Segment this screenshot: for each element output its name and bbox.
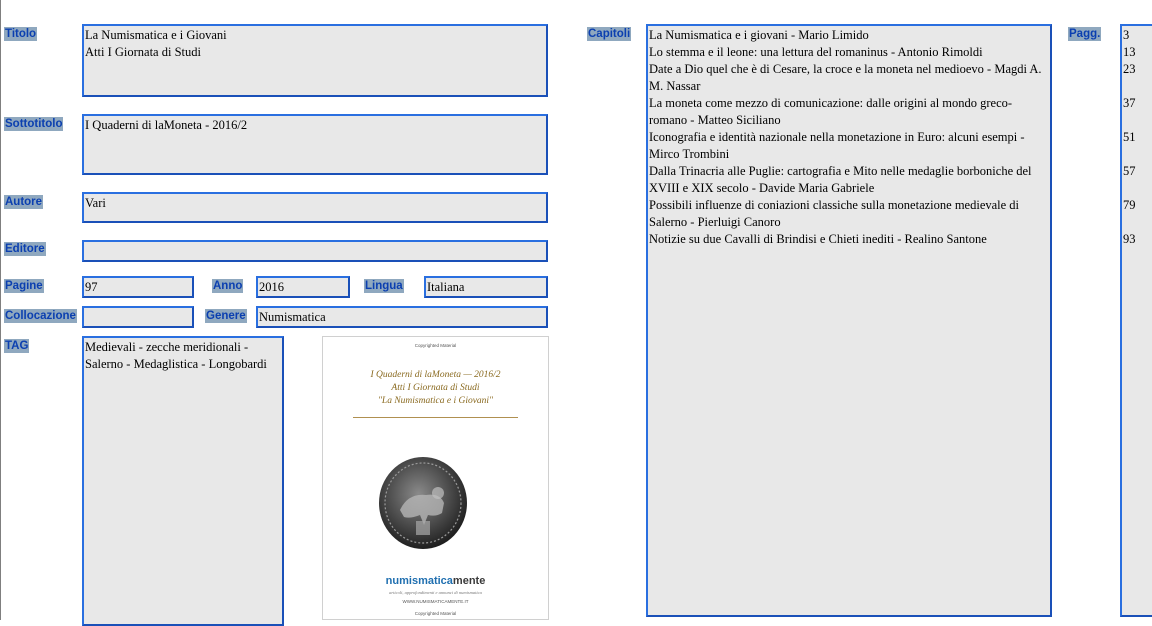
chapter-page: 13 [1123,45,1136,59]
chapter-item: Possibili influenze di coniazioni classi… [649,198,1020,229]
cover-brand-a: numismatica [385,575,453,587]
chapter-item: La Numismatica e i giovani - Mario Limid… [649,28,869,42]
chapter-page: 3 [1123,28,1130,42]
label-genere: Genere [205,309,247,323]
chapter-item: Date a Dio quel che è di Cesare, la croc… [649,62,1042,93]
titolo-field[interactable]: La Numismatica e i Giovani Atti I Giorna… [82,24,548,97]
label-anno: Anno [212,279,244,293]
sottotitolo-field[interactable]: I Quaderni di laMoneta - 2016/2 [82,114,548,175]
coin-image [379,457,467,549]
lingua-field[interactable]: Italiana [424,276,548,298]
label-titolo: Titolo [4,27,38,41]
cover-brand: numismaticamente [323,575,548,587]
chapter-page: 23 [1123,62,1136,76]
cover-url: WWW.NUMISMATICAMENTE.IT [402,599,469,604]
cover-brand-b: mente [452,575,486,587]
label-pagg: Pagg. [1068,27,1102,41]
chapter-page: 37 [1123,96,1136,110]
chapter-item: La moneta come mezzo di comunicazione: d… [649,96,1013,127]
cover-title: I Quaderni di laMoneta — 2016/2 Atti I G… [370,370,501,406]
tag-field[interactable]: Medievali - zecche meridionali - Salerno… [82,336,284,626]
chapter-item: Notizie su due Cavalli di Brindisi e Chi… [649,232,987,246]
left-border [0,0,1,620]
autore-field[interactable]: Vari [82,192,548,223]
label-editore: Editore [4,242,46,256]
anno-field[interactable]: 2016 [256,276,350,298]
chapter-page: 57 [1123,164,1136,178]
chapter-page: 93 [1123,232,1136,246]
chapter-page: 79 [1123,198,1136,212]
pagg-field[interactable]: 3 13 23 37 51 57 79 93 [1120,24,1152,617]
chapter-item: Iconografia e identità nazionale nella m… [649,130,1025,161]
pagine-field[interactable]: 97 [82,276,194,298]
cover-copyright-bottom: Copyrighted Material [414,611,457,616]
label-capitoli: Capitoli [587,27,632,41]
collocazione-field[interactable] [82,306,194,328]
genere-field[interactable]: Numismatica [256,306,548,328]
editore-field[interactable] [82,240,548,262]
chapter-item: Dalla Trinacria alle Puglie: cartografia… [649,164,1032,195]
chapter-page: 51 [1123,130,1136,144]
cover-copyright-top: Copyrighted Material [414,343,457,348]
cover-brand-sub: articoli, approfondimenti e annunci di n… [389,590,482,595]
label-autore: Autore [4,195,44,209]
label-collocazione: Collocazione [4,309,77,323]
capitoli-field[interactable]: La Numismatica e i giovani - Mario Limid… [646,24,1052,617]
label-sottotitolo: Sottotitolo [4,117,64,131]
label-lingua: Lingua [364,279,404,293]
cover-rule [353,417,518,418]
label-tag: TAG [4,339,30,353]
label-pagine: Pagine [4,279,44,293]
cover-image: Copyrighted Material I Quaderni di laMon… [322,336,549,620]
chapter-item: Lo stemma e il leone: una lettura del ro… [649,45,983,59]
